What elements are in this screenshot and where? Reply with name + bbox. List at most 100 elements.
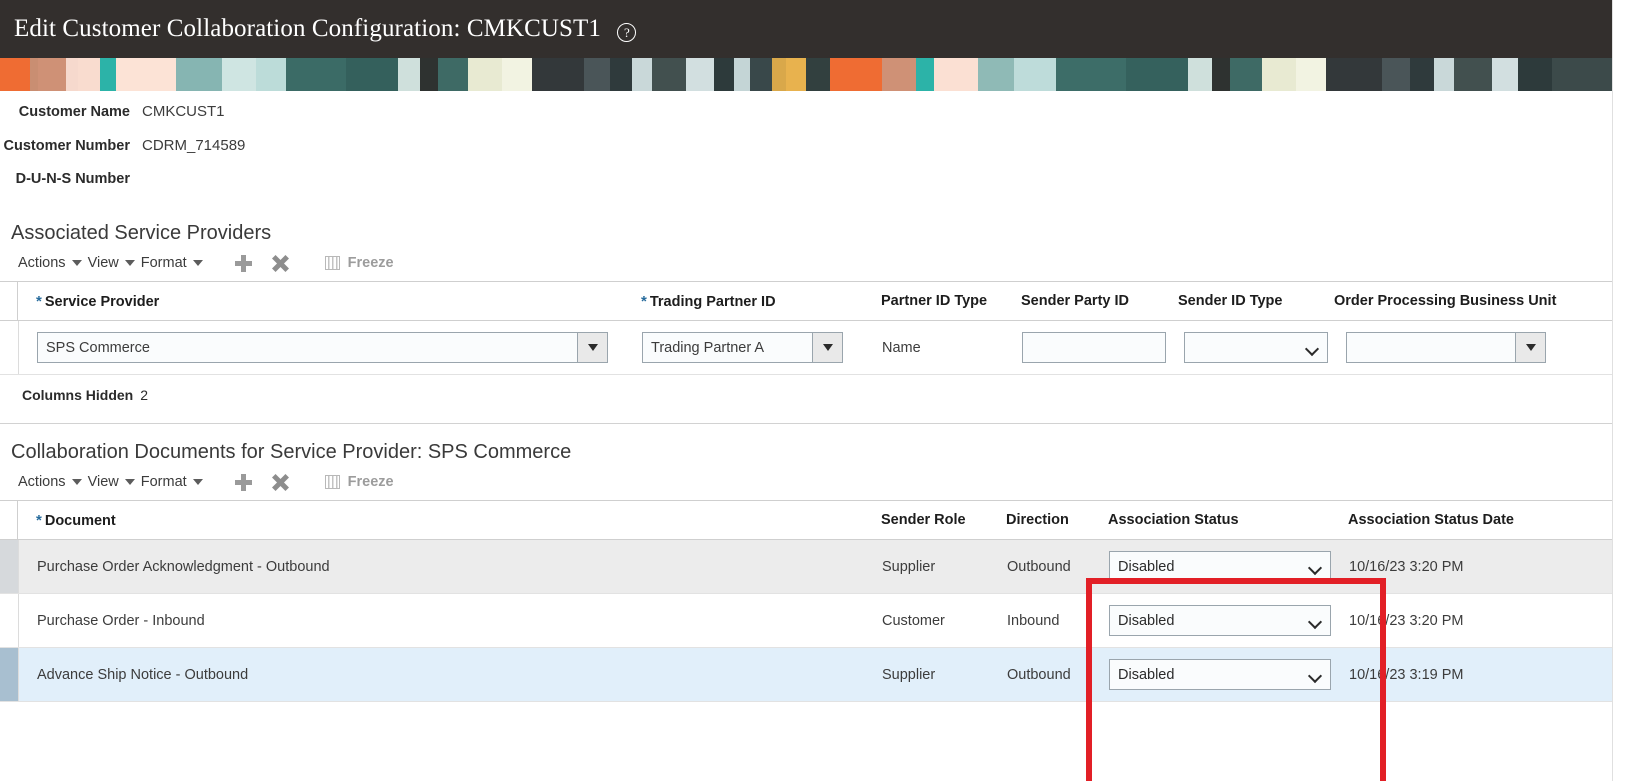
plus-icon[interactable] xyxy=(234,473,252,491)
chevron-down-icon xyxy=(192,260,203,266)
required-asterisk: * xyxy=(36,511,42,529)
sender-id-type-select[interactable] xyxy=(1184,332,1328,363)
chevron-down-icon xyxy=(124,479,135,485)
banner-segment xyxy=(1454,58,1492,91)
page-content: Customer Name CMKCUST1 Customer Number C… xyxy=(0,91,1612,781)
banner-segment xyxy=(468,58,502,91)
providers-actions-menu[interactable]: Actions xyxy=(18,255,82,271)
column-header-sender-role[interactable]: Sender Role xyxy=(863,512,988,528)
application-window: Edit Customer Collaboration Configuratio… xyxy=(0,0,1629,781)
association-status-select[interactable]: Disabled xyxy=(1109,605,1331,636)
documents-format-label: Format xyxy=(140,474,187,490)
column-header-sender-party-id[interactable]: Sender Party ID xyxy=(1003,293,1160,309)
cell-association-status-date: 10/16/23 3:19 PM xyxy=(1349,666,1464,683)
rail-divider xyxy=(1612,0,1613,781)
providers-table-row[interactable]: SPS Commerce Trading Partner A Name xyxy=(0,321,1612,375)
column-header-partner-id-type[interactable]: Partner ID Type xyxy=(863,293,1003,309)
customer-name-value: CMKCUST1 xyxy=(142,103,225,120)
chevron-down-icon xyxy=(71,479,82,485)
service-provider-lov[interactable]: SPS Commerce xyxy=(37,332,608,363)
providers-grid: * Service Provider * Trading Partner ID Pa… xyxy=(0,281,1612,375)
sender-party-id-input[interactable] xyxy=(1022,332,1166,363)
documents-format-menu[interactable]: Format xyxy=(141,474,203,490)
customer-number-label: Customer Number xyxy=(3,138,131,154)
chevron-down-icon xyxy=(192,479,203,485)
banner-segment xyxy=(1296,58,1326,91)
banner-segment xyxy=(1126,58,1188,91)
close-x-icon[interactable] xyxy=(272,255,289,272)
documents-view-menu[interactable]: View xyxy=(88,474,135,490)
column-header-sender-id-type[interactable]: Sender ID Type xyxy=(1160,293,1316,309)
cell-document: Purchase Order Acknowledgment - Outbound xyxy=(37,558,330,575)
columns-hidden-count: 2 xyxy=(140,387,149,403)
association-status-value: Disabled xyxy=(1118,612,1175,629)
banner-segment xyxy=(786,58,806,91)
cell-association-status-date: 10/16/23 3:20 PM xyxy=(1349,612,1464,629)
customer-number-value: CDRM_714589 xyxy=(142,137,246,154)
banner-segment xyxy=(1434,58,1454,91)
chevron-down-icon xyxy=(71,260,82,266)
row-selector-header xyxy=(0,501,18,539)
close-x-icon[interactable] xyxy=(272,474,289,491)
association-status-select[interactable]: Disabled xyxy=(1109,659,1331,690)
row-selector-cell[interactable] xyxy=(0,648,18,701)
banner-segment xyxy=(610,58,632,91)
cell-sender-role: Supplier xyxy=(882,666,936,683)
column-header-direction[interactable]: Direction xyxy=(988,512,1090,528)
cell-direction: Inbound xyxy=(1007,612,1060,629)
column-header-order-processing-business-unit[interactable]: Order Processing Business Unit xyxy=(1316,293,1596,309)
column-header-service-provider[interactable]: * Service Provider xyxy=(18,293,623,310)
banner-segment xyxy=(1056,58,1126,91)
customer-summary: Customer Name CMKCUST1 Customer Number C… xyxy=(0,91,1612,205)
column-header-document[interactable]: * Document xyxy=(18,512,863,529)
trading-partner-id-dropdown-button[interactable] xyxy=(812,333,842,362)
table-row[interactable]: Advance Ship Notice - Outbound Supplier … xyxy=(0,648,1612,702)
documents-actions-label: Actions xyxy=(18,474,66,490)
documents-freeze-label: Freeze xyxy=(347,474,394,490)
order-processing-business-unit-dropdown-button[interactable] xyxy=(1515,333,1545,362)
providers-freeze-button[interactable]: Freeze xyxy=(324,255,394,271)
banner-segment xyxy=(934,58,978,91)
banner-segment xyxy=(1382,58,1410,91)
banner-segment xyxy=(978,58,1014,91)
banner-segment xyxy=(1014,58,1056,91)
banner-segment xyxy=(714,58,734,91)
page-title: Edit Customer Collaboration Configuratio… xyxy=(0,15,637,43)
row-selector-cell[interactable] xyxy=(0,594,18,647)
providers-format-label: Format xyxy=(140,255,187,271)
triangle-down-icon xyxy=(587,344,598,351)
banner-segment xyxy=(806,58,830,91)
banner-segment xyxy=(256,58,286,91)
plus-icon[interactable] xyxy=(234,254,252,272)
cell-order-processing-business-unit xyxy=(1328,332,1608,363)
trading-partner-id-lov[interactable]: Trading Partner A xyxy=(642,332,843,363)
column-header-association-status[interactable]: Association Status xyxy=(1090,512,1330,528)
documents-actions-menu[interactable]: Actions xyxy=(18,474,82,490)
documents-freeze-button[interactable]: Freeze xyxy=(324,474,394,490)
banner-segment xyxy=(176,58,222,91)
column-header-association-status-date[interactable]: Association Status Date xyxy=(1330,512,1600,528)
cell-document: Purchase Order - Inbound xyxy=(37,612,205,629)
order-processing-business-unit-lov[interactable] xyxy=(1346,332,1546,363)
banner-segment xyxy=(652,58,686,91)
chevron-down-icon xyxy=(1310,671,1321,678)
providers-format-menu[interactable]: Format xyxy=(141,255,203,271)
help-circle-icon[interactable]: ? xyxy=(617,23,637,42)
banner-segment xyxy=(398,58,420,91)
summary-field-customer-name: Customer Name CMKCUST1 xyxy=(0,103,1612,137)
providers-section-title: Associated Service Providers xyxy=(11,222,272,244)
right-scrollbar-rail[interactable] xyxy=(1612,0,1629,781)
providers-view-menu[interactable]: View xyxy=(88,255,135,271)
association-status-select[interactable]: Disabled xyxy=(1109,551,1331,582)
table-row[interactable]: Purchase Order Acknowledgment - Outbound… xyxy=(0,540,1612,594)
column-header-trading-partner-id[interactable]: * Trading Partner ID xyxy=(623,293,863,310)
service-provider-dropdown-button[interactable] xyxy=(577,333,607,362)
banner-segment xyxy=(30,58,38,91)
table-row[interactable]: Purchase Order - Inbound Customer Inboun… xyxy=(0,594,1612,648)
row-selector-cell[interactable] xyxy=(0,540,18,593)
banner-segment xyxy=(750,58,772,91)
banner-segment xyxy=(882,58,916,91)
documents-grid-header: * Document Sender Role Direction Associat… xyxy=(0,501,1612,540)
banner-segment xyxy=(1212,58,1230,91)
row-selector-cell[interactable] xyxy=(0,321,18,374)
